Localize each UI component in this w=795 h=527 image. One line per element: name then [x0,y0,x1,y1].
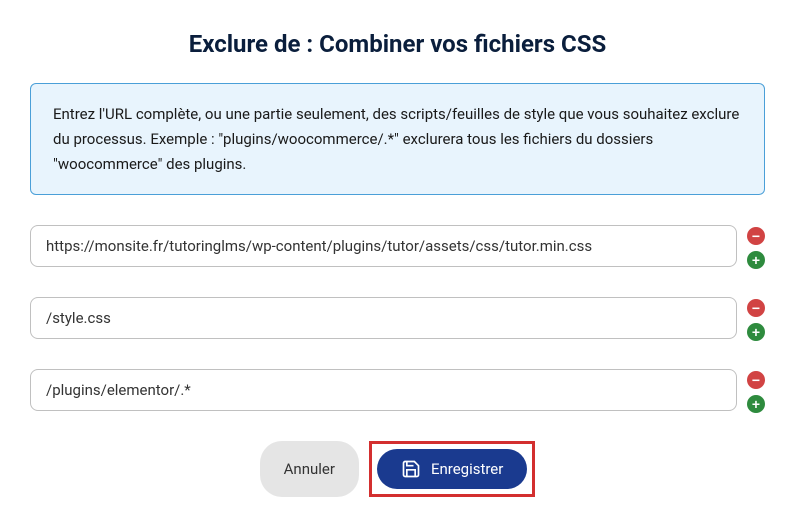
exclude-url-input[interactable] [30,225,737,267]
minus-icon: − [752,229,760,243]
input-row: − + [30,369,765,413]
dialog-title: Exclure de : Combiner vos fichiers CSS [30,30,765,58]
plus-icon: + [752,253,760,267]
minus-icon: − [752,301,760,315]
save-button-highlight: Enregistrer [369,441,535,497]
dialog-actions: Annuler Enregistrer [30,441,765,497]
plus-icon: + [752,325,760,339]
info-box: Entrez l'URL complète, ou une partie seu… [30,83,765,195]
plus-icon: + [752,397,760,411]
remove-input-button[interactable]: − [747,299,765,317]
remove-input-button[interactable]: − [747,371,765,389]
add-input-button[interactable]: + [747,395,765,413]
minus-icon: − [752,373,760,387]
exclude-url-input[interactable] [30,369,737,411]
input-row: − + [30,297,765,341]
add-input-button[interactable]: + [747,251,765,269]
add-input-button[interactable]: + [747,323,765,341]
input-row: − + [30,225,765,269]
save-icon [401,459,421,479]
exclude-url-input[interactable] [30,297,737,339]
input-controls: − + [747,297,765,341]
cancel-button[interactable]: Annuler [260,441,359,497]
save-button[interactable]: Enregistrer [377,449,527,489]
input-controls: − + [747,225,765,269]
save-button-label: Enregistrer [431,460,503,478]
remove-input-button[interactable]: − [747,227,765,245]
input-controls: − + [747,369,765,413]
